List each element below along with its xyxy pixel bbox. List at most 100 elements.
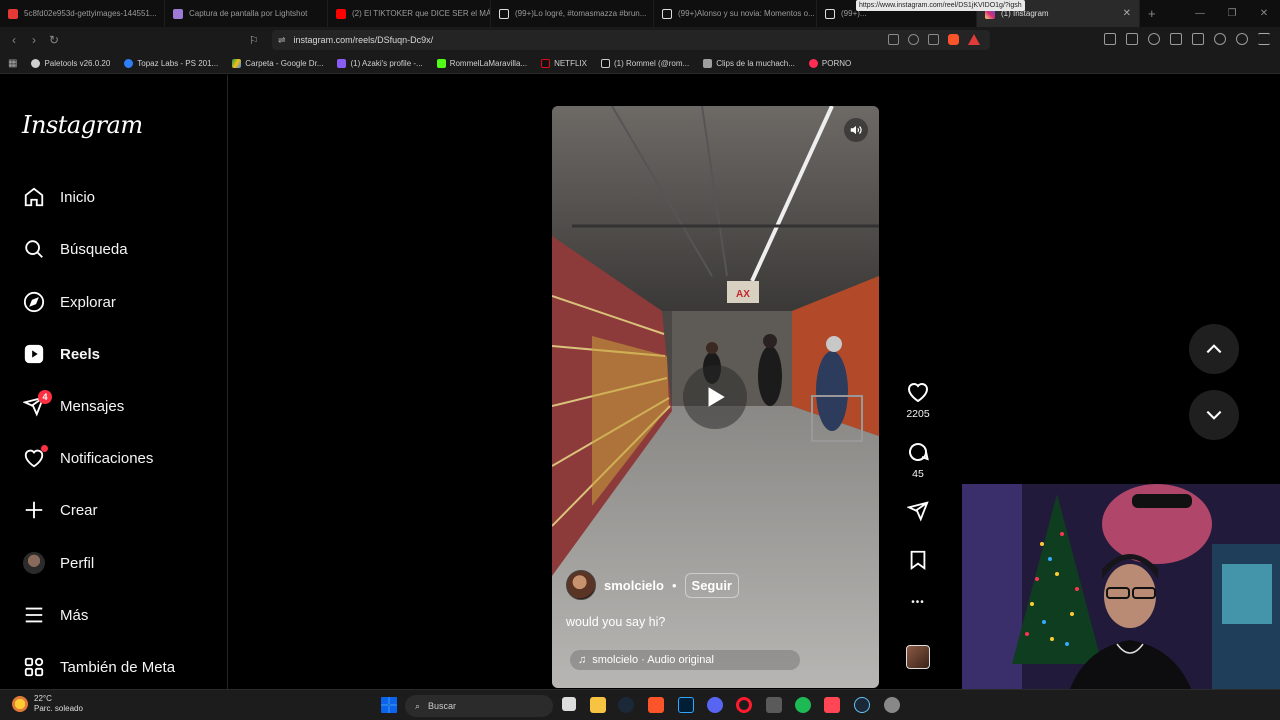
taskbar-search[interactable]: ⌕ Buscar bbox=[405, 695, 553, 717]
tiktok-icon bbox=[825, 8, 835, 19]
sidebar-item-crear[interactable]: Crear bbox=[22, 495, 98, 525]
author-username[interactable]: smolcielo bbox=[604, 578, 664, 593]
bookmark-item[interactable]: Topaz Labs - PS 201... bbox=[124, 58, 219, 68]
address-bar[interactable]: ⇌ instagram.com/reels/DSfuqn-Dc9x/ bbox=[272, 30, 990, 50]
bookmark-item[interactable]: RommelLaMaravilla... bbox=[436, 58, 527, 68]
ai-icon[interactable] bbox=[1214, 33, 1226, 45]
audio-thumbnail[interactable] bbox=[906, 645, 930, 669]
apps-grid-icon[interactable]: ▦ bbox=[8, 58, 17, 69]
follow-button[interactable]: Seguir bbox=[684, 572, 739, 598]
bookmark-icon[interactable]: ⚐ bbox=[249, 34, 259, 47]
menu-icon bbox=[22, 603, 46, 627]
discord-icon[interactable] bbox=[707, 697, 723, 713]
author-avatar[interactable] bbox=[566, 570, 596, 600]
svg-text:AX: AX bbox=[736, 289, 750, 300]
valorant-icon[interactable] bbox=[824, 697, 840, 713]
close-window-button[interactable]: ✕ bbox=[1248, 0, 1280, 27]
forward-icon[interactable]: › bbox=[24, 33, 44, 47]
bookmark-label: (1) Azaki's profile -... bbox=[350, 58, 423, 68]
sidebar-item-inicio[interactable]: Inicio bbox=[22, 182, 95, 212]
screen-icon[interactable] bbox=[888, 34, 899, 45]
next-reel-button[interactable] bbox=[1189, 390, 1239, 440]
reel-audio-link[interactable]: ♫ smolcielo · Audio original bbox=[570, 650, 800, 670]
instagram-logo[interactable]: Instagram bbox=[22, 111, 143, 139]
sidebar-item-mensajes[interactable]: 4 Mensajes bbox=[22, 390, 125, 421]
browser-tab[interactable]: (99+)Alonso y su novia: Momentos o... bbox=[654, 0, 817, 27]
sidebar-item-perfil[interactable]: Perfil bbox=[22, 548, 94, 578]
minimize-button[interactable]: — bbox=[1184, 0, 1216, 27]
browser-tab[interactable]: Captura de pantalla por Lightshot bbox=[165, 0, 328, 27]
file-explorer-icon[interactable] bbox=[590, 697, 606, 713]
search-icon bbox=[22, 237, 46, 261]
sidebar-item-label: Más bbox=[60, 606, 89, 624]
bookmark-save-icon[interactable] bbox=[907, 549, 929, 571]
browser-tab[interactable]: (2) El TIKTOKER que DICE SER el MÁ... bbox=[328, 0, 491, 27]
sidebar-item-label: Mensajes bbox=[60, 397, 125, 415]
volume-toggle-button[interactable] bbox=[844, 118, 868, 142]
sidebar-toggle-icon[interactable] bbox=[1170, 33, 1182, 45]
tab-favicon bbox=[8, 8, 18, 19]
brave-browser-icon[interactable] bbox=[648, 697, 664, 713]
photoshop-icon[interactable] bbox=[678, 697, 694, 713]
music-icon[interactable] bbox=[1148, 33, 1160, 45]
bookmark-item[interactable]: Carpeta - Google Dr... bbox=[232, 58, 323, 68]
sidebar-item-label: Reels bbox=[60, 345, 101, 363]
x-icon bbox=[600, 58, 610, 68]
sidebar-item-label: Explorar bbox=[60, 293, 116, 311]
steam-icon[interactable] bbox=[854, 697, 870, 713]
bookmark-item[interactable]: NETFLIX bbox=[541, 58, 587, 68]
opera-icon[interactable] bbox=[736, 697, 752, 713]
task-view-icon[interactable] bbox=[562, 697, 576, 711]
sidebar-item-mas[interactable]: Más bbox=[22, 600, 88, 630]
browser-menu-icon[interactable] bbox=[1258, 33, 1270, 45]
vpn-icon[interactable] bbox=[1236, 33, 1248, 45]
sidebar-item-notificaciones[interactable]: Notificaciones bbox=[22, 443, 153, 473]
bookmark-item[interactable]: (1) Azaki's profile -... bbox=[337, 58, 423, 68]
play-button[interactable] bbox=[683, 365, 747, 429]
app-icon[interactable] bbox=[766, 697, 782, 713]
new-tab-button[interactable]: + bbox=[1140, 6, 1164, 21]
window-controls: — ❐ ✕ bbox=[1184, 0, 1280, 27]
bookmark-label: Topaz Labs - PS 201... bbox=[137, 58, 219, 68]
comment-icon[interactable] bbox=[906, 440, 930, 464]
sidebar-item-tambien-de-meta[interactable]: También de Meta bbox=[22, 652, 175, 682]
sidebar-item-busqueda[interactable]: Búsqueda bbox=[22, 234, 128, 264]
wallet-icon[interactable] bbox=[1126, 33, 1138, 45]
like-heart-icon[interactable] bbox=[906, 380, 930, 404]
bookmark-item[interactable]: Paletools v26.0.20 bbox=[31, 58, 111, 68]
kick-icon bbox=[436, 58, 446, 68]
close-tab-icon[interactable]: ✕ bbox=[1123, 8, 1131, 19]
reload-icon[interactable]: ↻ bbox=[44, 33, 64, 47]
sidebar-item-reels[interactable]: Reels bbox=[22, 339, 100, 369]
reel-author: smolcielo • Seguir bbox=[566, 570, 739, 600]
back-icon[interactable]: ‹ bbox=[4, 33, 24, 47]
browser-tab[interactable]: (99+)Lo logré, #tomasmazza #brun... bbox=[491, 0, 654, 27]
browser-tab[interactable]: 5c8fd02e953d-gettyimages-144551... bbox=[0, 0, 165, 27]
wallet-icon[interactable] bbox=[1192, 33, 1204, 45]
steam-icon[interactable] bbox=[618, 697, 634, 713]
notification-dot bbox=[41, 445, 48, 452]
more-options-icon[interactable]: ••• bbox=[911, 597, 925, 608]
brave-shield-icon[interactable] bbox=[948, 34, 959, 45]
weather-widget[interactable]: 22°C Parc. soleado bbox=[12, 694, 83, 714]
browser-tab-bar: 5c8fd02e953d-gettyimages-144551... Captu… bbox=[0, 0, 1280, 27]
extensions-icon[interactable] bbox=[1104, 33, 1116, 45]
site-info-icon[interactable]: ⇌ bbox=[278, 35, 286, 46]
maximize-button[interactable]: ❐ bbox=[1216, 0, 1248, 27]
spotify-icon[interactable] bbox=[795, 697, 811, 713]
bookmark-label: Paletools v26.0.20 bbox=[44, 58, 111, 68]
tiktok-icon bbox=[662, 8, 672, 19]
share-icon[interactable] bbox=[907, 500, 929, 522]
windows-start-icon[interactable] bbox=[381, 697, 397, 713]
bookmark-item[interactable]: PORNO bbox=[808, 58, 851, 68]
temperature: 22°C bbox=[34, 694, 52, 703]
rewards-icon[interactable] bbox=[968, 34, 980, 45]
sidebar-item-explorar[interactable]: Explorar bbox=[22, 287, 116, 317]
settings-gear-icon[interactable] bbox=[884, 697, 900, 713]
bookmark-item[interactable]: Clips de la muchach... bbox=[703, 58, 795, 68]
previous-reel-button[interactable] bbox=[1189, 324, 1239, 374]
share-icon[interactable] bbox=[928, 34, 939, 45]
tiktok-icon bbox=[499, 8, 509, 19]
zoom-icon[interactable] bbox=[908, 34, 919, 45]
bookmark-item[interactable]: (1) Rommel (@rom... bbox=[600, 58, 689, 68]
